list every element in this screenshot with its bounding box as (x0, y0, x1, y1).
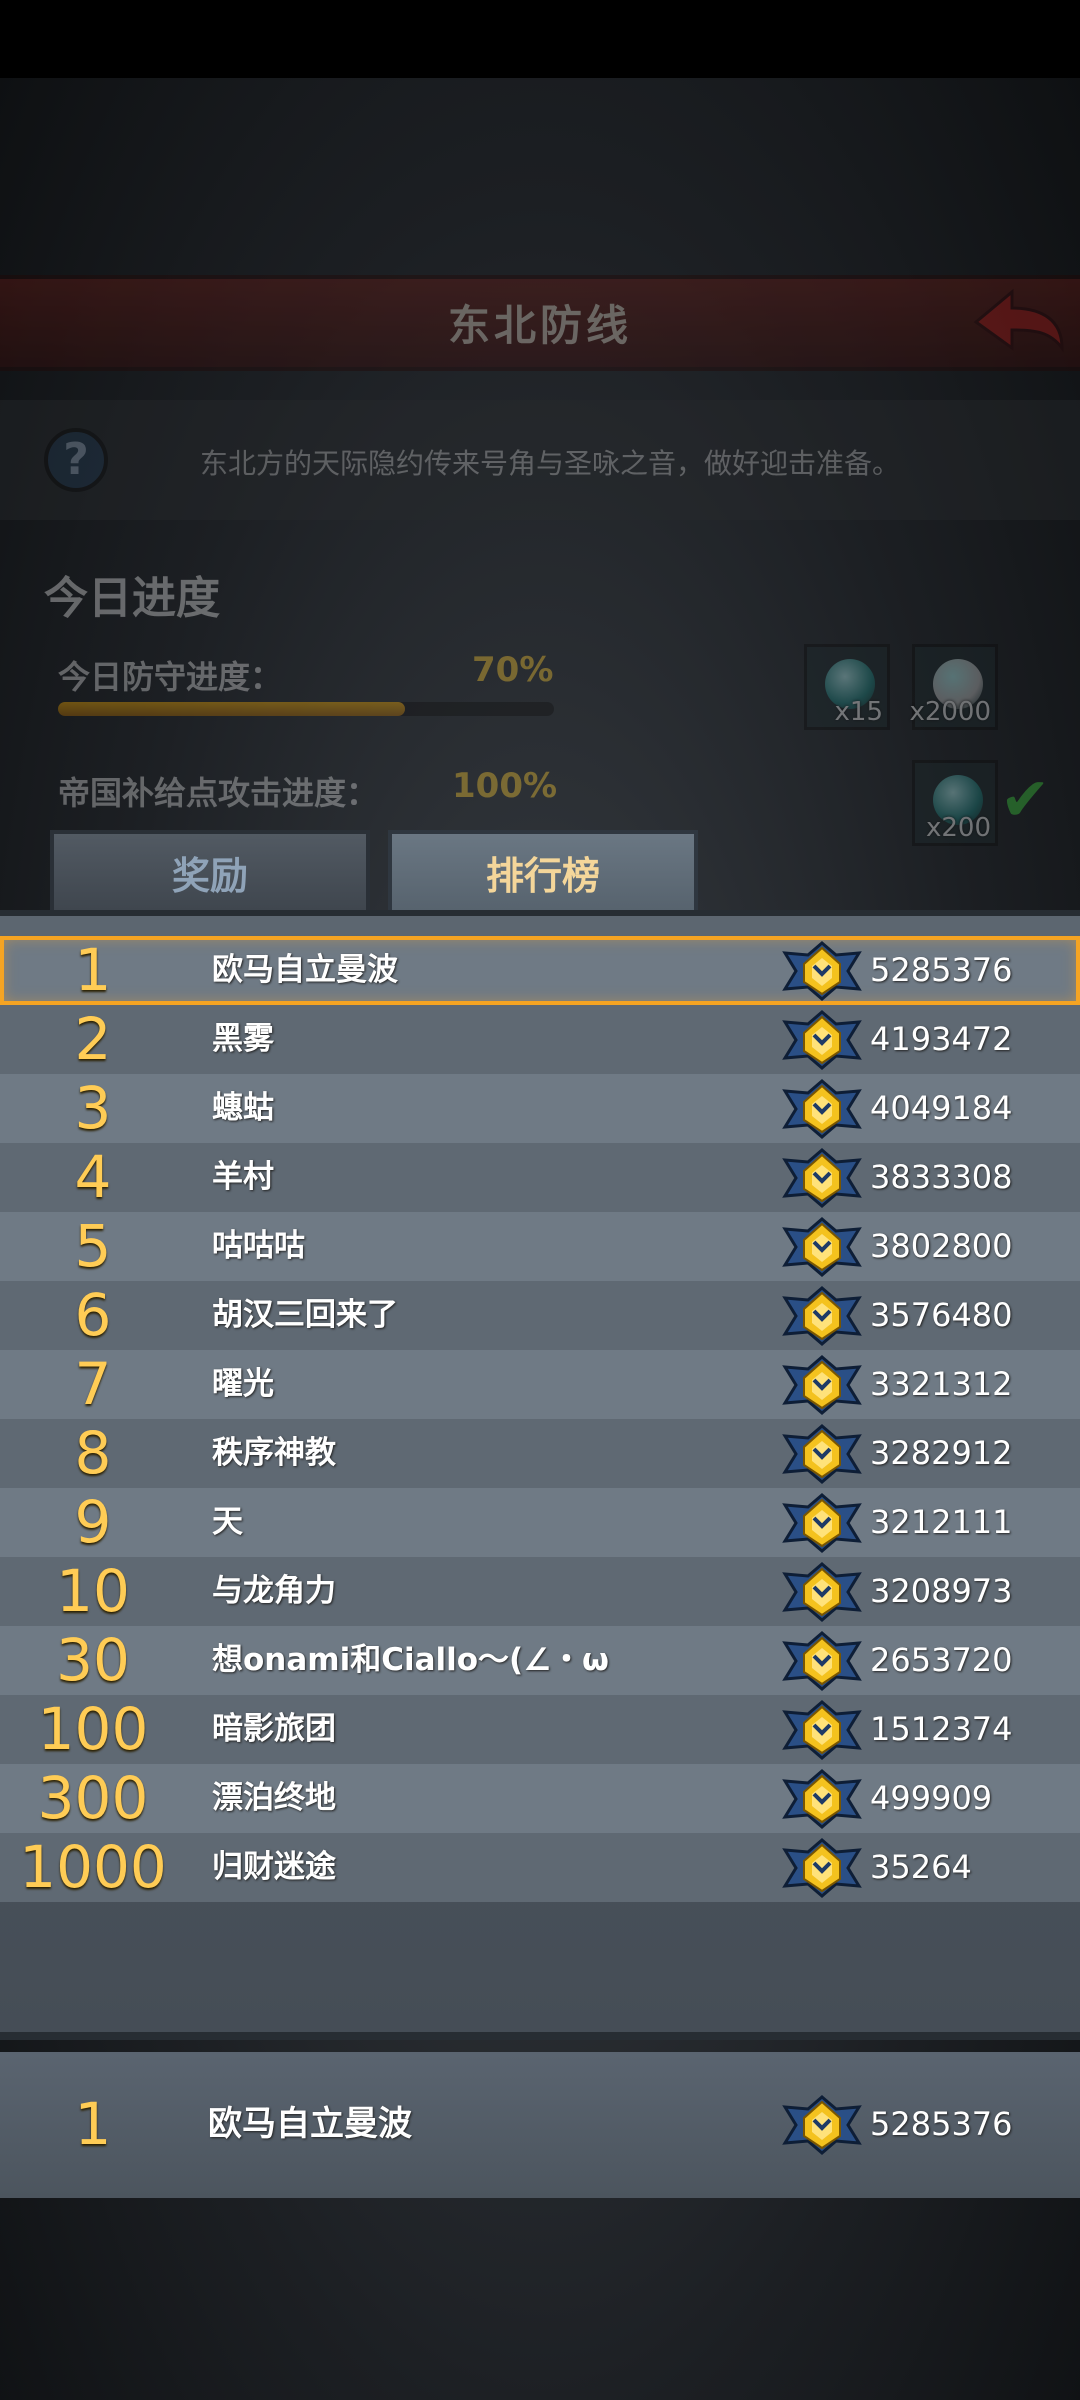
table-row[interactable]: 30 想onami和Ciallo～(∠・ω 2653720 (0, 1626, 1080, 1695)
table-row[interactable]: 10 与龙角力 3208973 (0, 1557, 1080, 1626)
rank-number: 9 (74, 1488, 112, 1556)
progress-label: 帝国补给点攻击进度： (58, 774, 379, 812)
rank-number: 2 (74, 1005, 112, 1073)
rank-badge-icon (783, 1424, 861, 1484)
player-score: 5285376 (870, 951, 1013, 989)
reward-count: x200 (925, 813, 991, 843)
rank-badge-icon (783, 2095, 861, 2155)
player-score: 4049184 (870, 1089, 1013, 1127)
table-row[interactable]: 5 咕咕咕 3802800 (0, 1212, 1080, 1281)
player-name: 蟪蛄 (212, 1090, 274, 1126)
player-name: 想onami和Ciallo～(∠・ω (212, 1642, 609, 1678)
rank-number: 100 (37, 1695, 149, 1763)
progress-percent: 70% (472, 650, 554, 690)
page-title: 东北防线 (447, 301, 632, 350)
progress-bar (58, 702, 554, 716)
player-score: 499909 (870, 1779, 993, 1817)
player-name: 漂泊终地 (212, 1780, 336, 1816)
ranking-panel: 1 欧马自立曼波 5285376 2 黑雾 4193472 3 蟪蛄 4049184 4 羊村 383… (0, 910, 1080, 2040)
player-score: 3833308 (870, 1158, 1013, 1196)
player-score: 3321312 (870, 1365, 1013, 1403)
rank-number: 1 (74, 936, 112, 1004)
table-row[interactable]: 2 黑雾 4193472 (0, 1005, 1080, 1074)
table-row[interactable]: 4 羊村 3833308 (0, 1143, 1080, 1212)
my-rank-row: 1 欧马自立曼波 5285376 (0, 2052, 1080, 2198)
rank-badge-icon (783, 1079, 861, 1139)
table-row[interactable]: 7 曜光 3321312 (0, 1350, 1080, 1419)
check-icon: ✔ (1000, 765, 1051, 835)
status-bar (0, 0, 1080, 78)
rank-badge-icon (783, 941, 861, 1001)
player-score: 3282912 (870, 1434, 1013, 1472)
rank-number: 8 (74, 1419, 112, 1487)
progress-label: 今日防守进度： (58, 658, 283, 696)
tab-rewards[interactable]: 奖励 (50, 830, 370, 918)
rank-number: 30 (56, 1626, 130, 1694)
player-name: 与龙角力 (212, 1573, 336, 1609)
rank-number: 3 (74, 1074, 112, 1142)
player-name: 秩序神教 (212, 1435, 336, 1471)
player-score: 5285376 (870, 2105, 1013, 2143)
player-score: 2653720 (870, 1641, 1013, 1679)
rank-badge-icon (783, 1631, 861, 1691)
player-score: 3208973 (870, 1572, 1013, 1610)
reward-item[interactable]: x200 (912, 760, 998, 846)
table-row[interactable]: 1000 归财迷途 35264 (0, 1833, 1080, 1902)
help-icon[interactable]: ? (44, 428, 108, 492)
rank-badge-icon (783, 1562, 861, 1622)
rank-badge-icon (783, 1286, 861, 1346)
player-name: 暗影旅团 (212, 1711, 336, 1747)
rank-badge-icon (783, 1769, 861, 1829)
progress-percent: 100% (452, 766, 558, 806)
rank-number: 1 (74, 2090, 112, 2158)
rank-number: 6 (74, 1281, 112, 1349)
rank-number: 10 (56, 1557, 130, 1625)
player-score: 35264 (870, 1848, 972, 1886)
rank-badge-icon (783, 1493, 861, 1553)
rank-badge-icon (783, 1838, 861, 1898)
section-title: 今日进度 (44, 573, 220, 624)
reward-item[interactable]: x15 (804, 644, 890, 730)
player-score: 3212111 (870, 1503, 1013, 1541)
reward-count: x15 (834, 697, 883, 727)
player-name: 黑雾 (212, 1021, 274, 1057)
table-row[interactable]: 9 天 3212111 (0, 1488, 1080, 1557)
rank-badge-icon (783, 1217, 861, 1277)
player-score: 1512374 (870, 1710, 1013, 1748)
table-row[interactable]: 3 蟪蛄 4049184 (0, 1074, 1080, 1143)
player-name: 羊村 (212, 1159, 274, 1195)
rank-badge-icon (783, 1355, 861, 1415)
player-name: 胡汉三回来了 (212, 1297, 398, 1333)
player-name: 归财迷途 (212, 1849, 336, 1885)
table-row[interactable]: 8 秩序神教 3282912 (0, 1419, 1080, 1488)
player-score: 3576480 (870, 1296, 1013, 1334)
table-row[interactable]: 100 暗影旅团 1512374 (0, 1695, 1080, 1764)
reward-item[interactable]: x2000 (909, 644, 998, 730)
player-name: 咕咕咕 (212, 1228, 305, 1264)
rank-number: 300 (37, 1764, 149, 1832)
progress-fill (58, 702, 406, 716)
rank-badge-icon (783, 1148, 861, 1208)
player-name: 欧马自立曼波 (212, 952, 398, 988)
table-row[interactable]: 6 胡汉三回来了 3576480 (0, 1281, 1080, 1350)
tab-ranking[interactable]: 排行榜 (388, 830, 698, 918)
player-score: 3802800 (870, 1227, 1013, 1265)
reward-count: x2000 (909, 697, 991, 727)
player-name: 天 (212, 1504, 243, 1540)
back-arrow-icon[interactable] (972, 286, 1066, 358)
table-row[interactable]: 300 漂泊终地 499909 (0, 1764, 1080, 1833)
player-name: 曜光 (212, 1366, 274, 1402)
rank-badge-icon (783, 1700, 861, 1760)
player-score: 4193472 (870, 1020, 1013, 1058)
rank-number: 7 (74, 1350, 112, 1418)
rank-badge-icon (783, 1010, 861, 1070)
rank-number: 5 (74, 1212, 112, 1280)
event-description: 东北方的天际隐约传来号角与圣咏之音，做好迎击准备。 (200, 447, 901, 480)
player-name: 欧马自立曼波 (208, 2104, 412, 2144)
table-row[interactable]: 1 欧马自立曼波 5285376 (0, 936, 1080, 1005)
rank-number: 4 (74, 1143, 112, 1211)
rank-number: 1000 (19, 1833, 167, 1901)
